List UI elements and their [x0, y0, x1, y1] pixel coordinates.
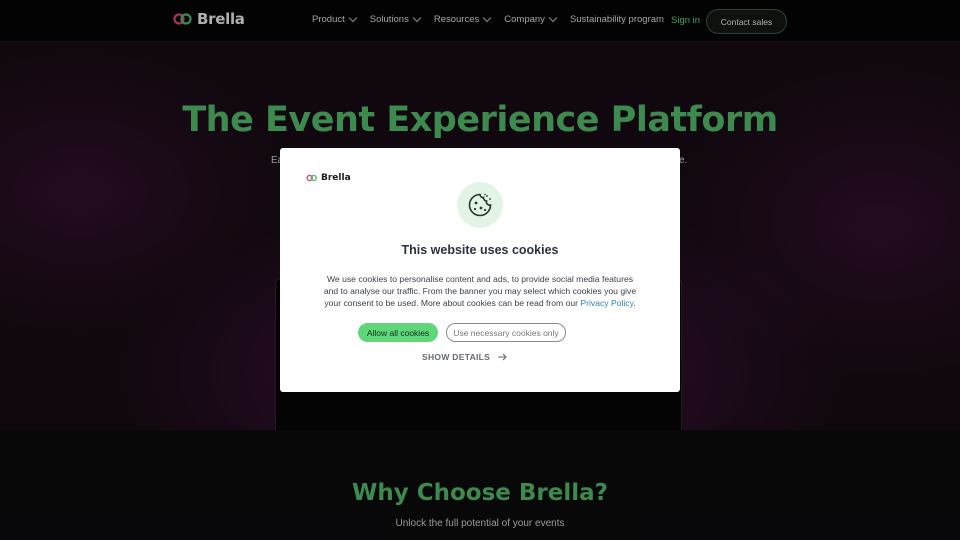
cookie-icon [457, 182, 503, 228]
show-details-label: SHOW DETAILS [422, 352, 491, 362]
cookie-consent-dialog: Brella This website uses cookies We use … [280, 148, 680, 392]
allow-all-cookies-button[interactable]: Allow all cookies [358, 323, 438, 342]
show-details-button[interactable]: SHOW DETAILS [422, 352, 508, 362]
necessary-cookies-only-button[interactable]: Use necessary cookies only [446, 323, 566, 342]
arrow-right-icon [498, 353, 507, 361]
brella-logo-icon [306, 174, 317, 182]
modal-brand-name: Brella [321, 173, 351, 183]
privacy-policy-link[interactable]: Privacy Policy [580, 298, 633, 308]
modal-brand-logo: Brella [306, 173, 351, 183]
cookie-dialog-body: We use cookies to personalise content an… [320, 273, 640, 309]
cookie-dialog-title: This website uses cookies [401, 243, 559, 257]
cookie-dialog-text-end: . [633, 298, 636, 308]
